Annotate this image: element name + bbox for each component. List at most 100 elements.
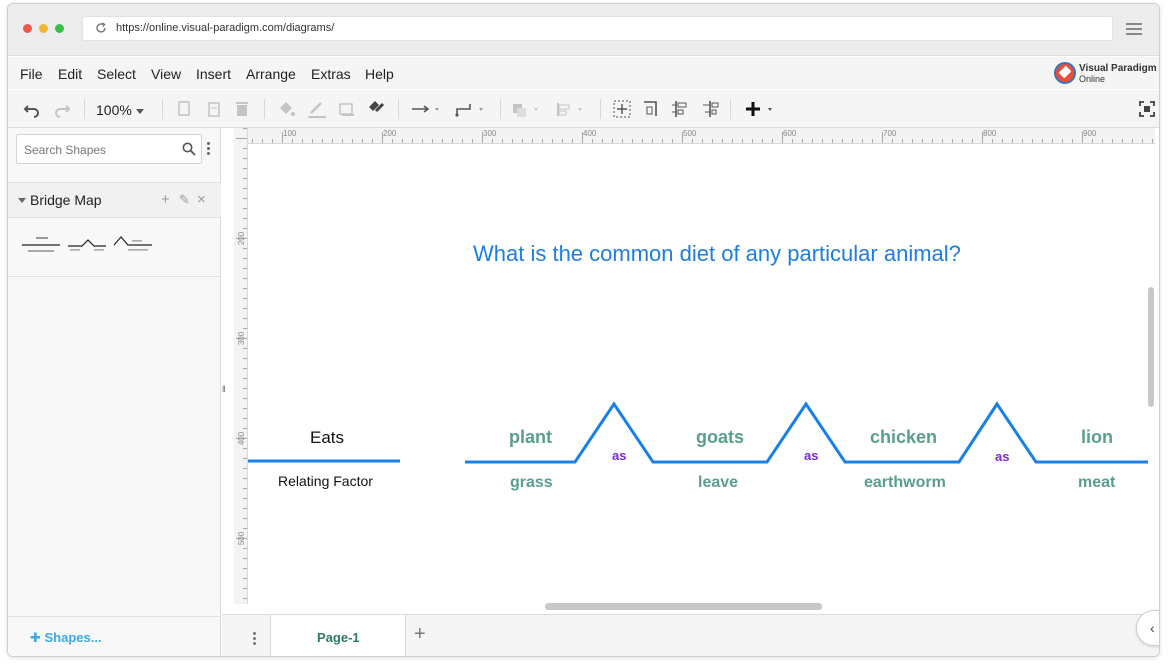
add-page-icon[interactable]: + <box>414 623 426 646</box>
search-placeholder: Search Shapes <box>24 143 107 157</box>
pair-1-top[interactable]: plant <box>509 427 552 448</box>
close-window-button[interactable] <box>23 24 32 33</box>
collapse-caret-icon[interactable] <box>18 198 26 203</box>
pair-4-bottom[interactable]: meat <box>1078 474 1115 492</box>
as-connector-1[interactable]: as <box>612 448 626 463</box>
bridge-map-shape-thumbnails[interactable] <box>20 233 160 259</box>
pair-3-bottom[interactable]: earthworm <box>864 474 946 492</box>
align-icon[interactable] <box>554 99 588 119</box>
pair-2-bottom[interactable]: leave <box>698 474 738 492</box>
ruler-label: 900 <box>1083 129 1097 138</box>
logo-subtext: Online <box>1079 74 1106 84</box>
page-menu-icon[interactable] <box>253 632 256 646</box>
horizontal-ruler: 100 200 300 400 500 600 700 800 900 <box>242 128 1155 144</box>
insert-add-icon[interactable] <box>744 99 778 119</box>
ruler-label: 300 <box>483 129 497 138</box>
menu-insert[interactable]: Insert <box>196 66 231 82</box>
menu-extras[interactable]: Extras <box>311 66 351 82</box>
ruler-label: 100 <box>283 129 297 138</box>
distribute-icon[interactable] <box>642 99 662 119</box>
as-connector-2[interactable]: as <box>804 448 818 463</box>
panel-splitter-handle[interactable]: ǁ <box>222 384 226 394</box>
relating-factor-shape[interactable] <box>22 237 60 252</box>
paste-icon[interactable] <box>206 99 222 119</box>
chevron-left-icon: ‹ <box>1150 620 1155 636</box>
copy-icon[interactable] <box>176 99 192 119</box>
vertical-scrollbar[interactable] <box>1148 287 1154 407</box>
pair-3-top[interactable]: chicken <box>870 427 937 448</box>
menu-arrange[interactable]: Arrange <box>246 66 296 82</box>
reload-icon[interactable] <box>95 22 107 34</box>
format-painter-icon[interactable] <box>366 99 386 119</box>
url-text: https://online.visual-paradigm.com/diagr… <box>116 22 335 34</box>
vertical-ruler: 200 300 400 500 <box>234 128 248 604</box>
relating-word[interactable]: Eats <box>310 428 344 448</box>
bridge-map-lines[interactable] <box>248 145 1155 604</box>
undo-icon[interactable] <box>22 99 42 119</box>
ruler-label: 500 <box>237 531 247 546</box>
ruler-label: 400 <box>583 129 597 138</box>
add-shape-icon[interactable]: + <box>161 191 170 208</box>
menu-edit[interactable]: Edit <box>58 66 82 82</box>
ruler-label: 200 <box>237 231 247 246</box>
search-icon[interactable] <box>182 142 196 156</box>
browser-menu-icon[interactable] <box>1126 23 1142 35</box>
page-tabs-bar: Page-1 + <box>222 614 1159 656</box>
fullscreen-icon[interactable] <box>1138 99 1156 119</box>
ruler-label: 500 <box>683 129 697 138</box>
menu-file[interactable]: File <box>20 66 43 82</box>
close-icon[interactable]: × <box>197 191 206 208</box>
visual-paradigm-logo: Visual Paradigm Online <box>1054 61 1157 87</box>
menu-help[interactable]: Help <box>365 66 394 82</box>
bridge-end-shape[interactable] <box>113 236 152 251</box>
logo-icon <box>1054 62 1076 84</box>
ruler-label: 200 <box>383 129 397 138</box>
more-shapes-label: Shapes... <box>44 630 102 645</box>
menu-select[interactable]: Select <box>97 66 136 82</box>
section-title: Bridge Map <box>30 192 102 208</box>
edit-icon[interactable]: ✎ <box>179 192 190 208</box>
fit-selection-icon[interactable] <box>612 99 632 119</box>
redo-icon[interactable] <box>52 99 72 119</box>
horizontal-ruler-ticks <box>242 132 1153 143</box>
diagram-canvas[interactable]: What is the common diet of any particula… <box>248 145 1155 604</box>
waypoint-style-icon[interactable] <box>454 99 490 119</box>
ruler-label: 700 <box>883 129 897 138</box>
maximize-window-button[interactable] <box>55 24 64 33</box>
search-shapes-input[interactable]: Search Shapes <box>16 134 202 164</box>
more-shapes-link[interactable]: ✚ Shapes... <box>30 630 102 646</box>
tab-page-1[interactable]: Page-1 <box>270 615 406 656</box>
browser-window: https://online.visual-paradigm.com/diagr… <box>7 3 1160 657</box>
browser-bar: https://online.visual-paradigm.com/diagr… <box>8 4 1159 56</box>
pair-2-top[interactable]: goats <box>696 427 744 448</box>
toolbar: 100% <box>8 90 1159 128</box>
zoom-select[interactable]: 100% <box>96 102 144 118</box>
chevron-down-icon <box>135 108 144 114</box>
minimize-window-button[interactable] <box>39 24 48 33</box>
menu-view[interactable]: View <box>151 66 181 82</box>
pair-1-bottom[interactable]: grass <box>510 474 553 492</box>
arrange-order-icon[interactable] <box>510 99 544 119</box>
horizontal-scrollbar[interactable] <box>545 603 822 610</box>
menubar: File Edit Select View Insert Arrange Ext… <box>8 57 1159 89</box>
ruler-label: 300 <box>237 331 247 346</box>
delete-icon[interactable] <box>234 99 250 119</box>
ruler-label: 800 <box>983 129 997 138</box>
page-tab-label: Page-1 <box>317 630 360 645</box>
line-color-icon[interactable] <box>306 99 328 119</box>
logo-text: Visual Paradigm <box>1079 63 1157 74</box>
pair-4-top[interactable]: lion <box>1081 427 1113 448</box>
fill-color-icon[interactable] <box>276 99 296 119</box>
bridge-shape[interactable] <box>68 239 106 251</box>
align-left-icon[interactable] <box>670 99 690 119</box>
align-center-icon[interactable] <box>700 99 720 119</box>
relating-factor-caption[interactable]: Relating Factor <box>278 473 373 489</box>
address-bar[interactable]: https://online.visual-paradigm.com/diagr… <box>82 16 1113 41</box>
connector-style-icon[interactable] <box>410 99 446 119</box>
bridge-map-section-header[interactable]: Bridge Map + ✎ × <box>8 183 221 217</box>
plus-icon: ✚ <box>30 630 45 645</box>
ruler-label: 600 <box>783 129 797 138</box>
as-connector-3[interactable]: as <box>995 449 1009 464</box>
more-options-icon[interactable] <box>207 142 210 156</box>
shadow-icon[interactable] <box>338 99 356 119</box>
